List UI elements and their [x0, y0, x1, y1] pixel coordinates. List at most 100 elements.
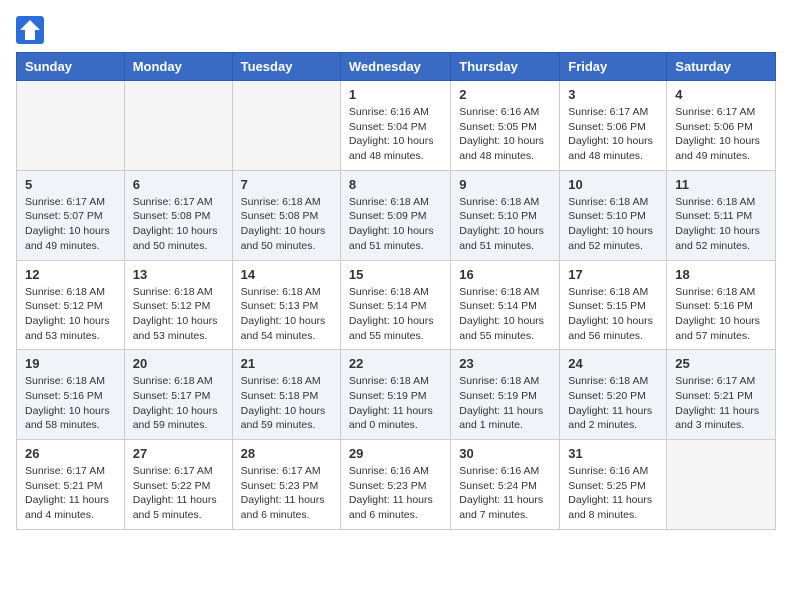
day-info: Sunrise: 6:18 AM Sunset: 5:16 PM Dayligh… — [675, 285, 767, 344]
day-number: 7 — [241, 177, 332, 192]
day-info: Sunrise: 6:18 AM Sunset: 5:14 PM Dayligh… — [349, 285, 442, 344]
day-info: Sunrise: 6:17 AM Sunset: 5:07 PM Dayligh… — [25, 195, 116, 254]
calendar-cell: 1 Sunrise: 6:16 AM Sunset: 5:04 PM Daylig… — [340, 81, 450, 171]
day-info: Sunrise: 6:18 AM Sunset: 5:12 PM Dayligh… — [133, 285, 224, 344]
day-number: 29 — [349, 446, 442, 461]
day-number: 21 — [241, 356, 332, 371]
logo-icon — [16, 16, 44, 44]
calendar-cell: 28Sunrise: 6:17 AM Sunset: 5:23 PM Dayli… — [232, 440, 340, 530]
calendar-cell: 18 Sunrise: 6:18 AM Sunset: 5:16 PM Dayli… — [667, 260, 776, 350]
weekday-header-thursday: Thursday — [451, 53, 560, 81]
weekday-header-monday: Monday — [124, 53, 232, 81]
calendar-cell: 9 Sunrise: 6:18 AM Sunset: 5:10 PM Daylig… — [451, 170, 560, 260]
week-row-3: 12 Sunrise: 6:18 AM Sunset: 5:12 PM Dayli… — [17, 260, 776, 350]
day-number: 30 — [459, 446, 551, 461]
day-info: Sunrise: 6:17 AM Sunset: 5:21 PM Dayligh… — [25, 464, 116, 523]
day-number: 13 — [133, 267, 224, 282]
day-number: 5 — [25, 177, 116, 192]
day-number: 22 — [349, 356, 442, 371]
day-number: 8 — [349, 177, 442, 192]
weekday-header-tuesday: Tuesday — [232, 53, 340, 81]
day-number: 15 — [349, 267, 442, 282]
weekday-header-sunday: Sunday — [17, 53, 125, 81]
day-number: 1 — [349, 87, 442, 102]
calendar-cell: 26 Sunrise: 6:17 AM Sunset: 5:21 PM Dayli… — [17, 440, 125, 530]
calendar-cell: 7 Sunrise: 6:18 AM Sunset: 5:08 PM Daylig… — [232, 170, 340, 260]
day-info: Sunrise: 6:18 AM Sunset: 5:16 PM Dayligh… — [25, 374, 116, 433]
day-number: 17 — [568, 267, 658, 282]
day-info: Sunrise: 6:17 AM Sunset: 5:08 PM Dayligh… — [133, 195, 224, 254]
day-info: Sunrise: 6:18 AM Sunset: 5:14 PM Dayligh… — [459, 285, 551, 344]
day-number: 3 — [568, 87, 658, 102]
calendar-cell: 23 Sunrise: 6:18 AM Sunset: 5:19 PM Dayli… — [451, 350, 560, 440]
day-info: Sunrise: 6:16 AM Sunset: 5:05 PM Dayligh… — [459, 105, 551, 164]
day-info: Sunrise: 6:18 AM Sunset: 5:13 PM Dayligh… — [241, 285, 332, 344]
calendar-cell: 31Sunrise: 6:16 AM Sunset: 5:25 PM Dayli… — [560, 440, 667, 530]
day-info: Sunrise: 6:18 AM Sunset: 5:08 PM Dayligh… — [241, 195, 332, 254]
calendar-cell: 20 Sunrise: 6:18 AM Sunset: 5:17 PM Dayli… — [124, 350, 232, 440]
calendar-cell — [667, 440, 776, 530]
calendar-cell — [124, 81, 232, 171]
day-info: Sunrise: 6:18 AM Sunset: 5:19 PM Dayligh… — [349, 374, 442, 433]
calendar-cell: 27 Sunrise: 6:17 AM Sunset: 5:22 PM Dayli… — [124, 440, 232, 530]
week-row-1: 1 Sunrise: 6:16 AM Sunset: 5:04 PM Daylig… — [17, 81, 776, 171]
calendar-cell: 11Sunrise: 6:18 AM Sunset: 5:11 PM Dayli… — [667, 170, 776, 260]
day-number: 11 — [675, 177, 767, 192]
day-number: 14 — [241, 267, 332, 282]
day-info: Sunrise: 6:17 AM Sunset: 5:21 PM Dayligh… — [675, 374, 767, 433]
calendar-cell: 13 Sunrise: 6:18 AM Sunset: 5:12 PM Dayli… — [124, 260, 232, 350]
day-info: Sunrise: 6:18 AM Sunset: 5:09 PM Dayligh… — [349, 195, 442, 254]
week-row-2: 5 Sunrise: 6:17 AM Sunset: 5:07 PM Daylig… — [17, 170, 776, 260]
calendar-cell — [232, 81, 340, 171]
calendar-cell: 12 Sunrise: 6:18 AM Sunset: 5:12 PM Dayli… — [17, 260, 125, 350]
day-info: Sunrise: 6:18 AM Sunset: 5:10 PM Dayligh… — [568, 195, 658, 254]
calendar-cell: 10Sunrise: 6:18 AM Sunset: 5:10 PM Dayli… — [560, 170, 667, 260]
day-number: 23 — [459, 356, 551, 371]
day-info: Sunrise: 6:18 AM Sunset: 5:12 PM Dayligh… — [25, 285, 116, 344]
day-info: Sunrise: 6:18 AM Sunset: 5:17 PM Dayligh… — [133, 374, 224, 433]
page-header — [16, 16, 776, 44]
calendar-cell: 17 Sunrise: 6:18 AM Sunset: 5:15 PM Dayli… — [560, 260, 667, 350]
calendar-cell: 3 Sunrise: 6:17 AM Sunset: 5:06 PM Daylig… — [560, 81, 667, 171]
weekday-header-friday: Friday — [560, 53, 667, 81]
day-number: 27 — [133, 446, 224, 461]
day-number: 26 — [25, 446, 116, 461]
weekday-header-row: SundayMondayTuesdayWednesdayThursdayFrid… — [17, 53, 776, 81]
calendar-cell: 19Sunrise: 6:18 AM Sunset: 5:16 PM Dayli… — [17, 350, 125, 440]
day-info: Sunrise: 6:16 AM Sunset: 5:24 PM Dayligh… — [459, 464, 551, 523]
day-number: 9 — [459, 177, 551, 192]
logo — [16, 16, 48, 44]
day-info: Sunrise: 6:16 AM Sunset: 5:23 PM Dayligh… — [349, 464, 442, 523]
day-number: 25 — [675, 356, 767, 371]
day-number: 4 — [675, 87, 767, 102]
week-row-5: 26 Sunrise: 6:17 AM Sunset: 5:21 PM Dayli… — [17, 440, 776, 530]
calendar-cell: 22 Sunrise: 6:18 AM Sunset: 5:19 PM Dayli… — [340, 350, 450, 440]
day-info: Sunrise: 6:17 AM Sunset: 5:06 PM Dayligh… — [568, 105, 658, 164]
day-info: Sunrise: 6:18 AM Sunset: 5:19 PM Dayligh… — [459, 374, 551, 433]
day-number: 12 — [25, 267, 116, 282]
calendar-cell: 6Sunrise: 6:17 AM Sunset: 5:08 PM Daylig… — [124, 170, 232, 260]
calendar-cell: 30 Sunrise: 6:16 AM Sunset: 5:24 PM Dayli… — [451, 440, 560, 530]
day-number: 20 — [133, 356, 224, 371]
day-number: 2 — [459, 87, 551, 102]
calendar-cell: 5 Sunrise: 6:17 AM Sunset: 5:07 PM Daylig… — [17, 170, 125, 260]
weekday-header-saturday: Saturday — [667, 53, 776, 81]
calendar-cell: 15 Sunrise: 6:18 AM Sunset: 5:14 PM Dayli… — [340, 260, 450, 350]
calendar-cell — [17, 81, 125, 171]
day-number: 31 — [568, 446, 658, 461]
day-number: 24 — [568, 356, 658, 371]
calendar-cell: 24 Sunrise: 6:18 AM Sunset: 5:20 PM Dayli… — [560, 350, 667, 440]
day-info: Sunrise: 6:18 AM Sunset: 5:20 PM Dayligh… — [568, 374, 658, 433]
calendar: SundayMondayTuesdayWednesdayThursdayFrid… — [16, 52, 776, 530]
calendar-cell: 21Sunrise: 6:18 AM Sunset: 5:18 PM Dayli… — [232, 350, 340, 440]
day-info: Sunrise: 6:18 AM Sunset: 5:10 PM Dayligh… — [459, 195, 551, 254]
day-number: 18 — [675, 267, 767, 282]
week-row-4: 19Sunrise: 6:18 AM Sunset: 5:16 PM Dayli… — [17, 350, 776, 440]
calendar-cell: 16Sunrise: 6:18 AM Sunset: 5:14 PM Dayli… — [451, 260, 560, 350]
day-info: Sunrise: 6:18 AM Sunset: 5:15 PM Dayligh… — [568, 285, 658, 344]
calendar-cell: 2 Sunrise: 6:16 AM Sunset: 5:05 PM Daylig… — [451, 81, 560, 171]
day-info: Sunrise: 6:16 AM Sunset: 5:04 PM Dayligh… — [349, 105, 442, 164]
calendar-cell: 29 Sunrise: 6:16 AM Sunset: 5:23 PM Dayli… — [340, 440, 450, 530]
day-info: Sunrise: 6:17 AM Sunset: 5:22 PM Dayligh… — [133, 464, 224, 523]
weekday-header-wednesday: Wednesday — [340, 53, 450, 81]
